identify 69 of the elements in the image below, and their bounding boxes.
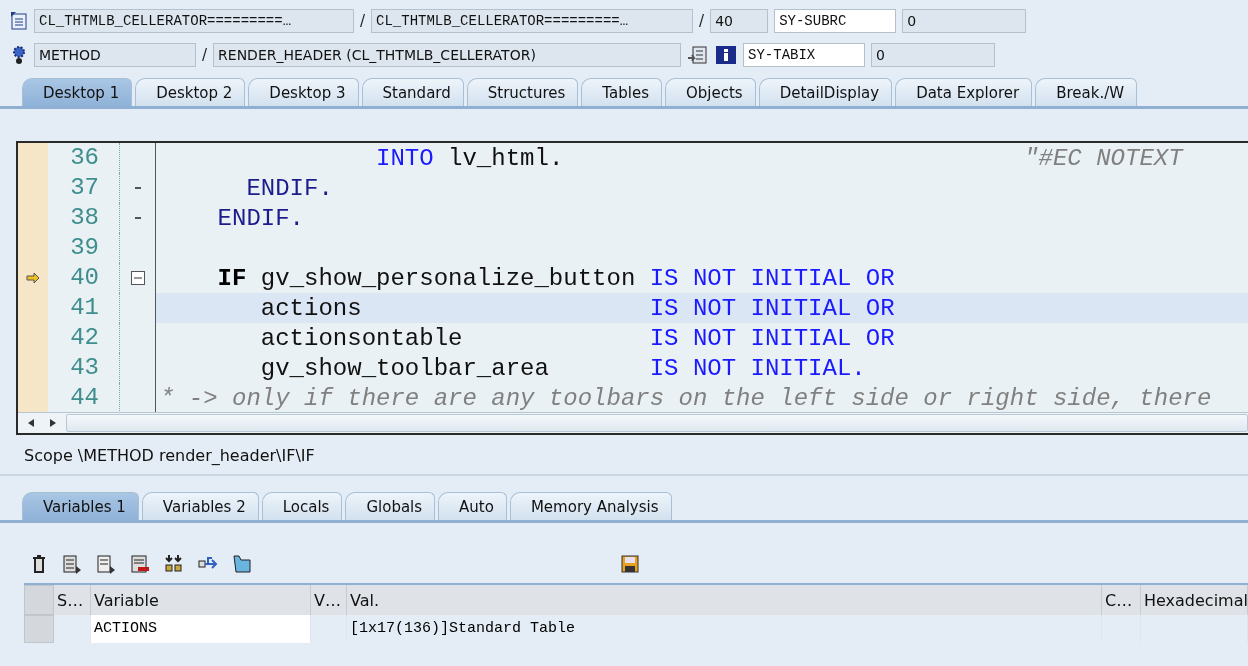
- system-field-value: 0: [902, 9, 1027, 33]
- tab[interactable]: Memory Analysis: [509, 492, 672, 520]
- tab[interactable]: Desktop 3: [248, 78, 359, 106]
- system-field-name[interactable]: SY-TABIX: [743, 43, 866, 67]
- collapse-icon[interactable]: [130, 271, 145, 285]
- line-number: 38: [48, 203, 120, 233]
- separator: /: [699, 12, 705, 30]
- include-field: CL_THTMLB_CELLERATOR=========…: [371, 9, 694, 33]
- fold-tick-icon: [134, 187, 141, 189]
- tab[interactable]: Data Explorer: [895, 78, 1033, 106]
- line-number: 41: [48, 293, 120, 323]
- line-number: 40: [48, 263, 120, 293]
- column-header[interactable]: Val.: [347, 585, 1102, 615]
- tab[interactable]: Structures: [466, 78, 579, 106]
- event-field: RENDER_HEADER (CL_THTMLB_CELLERATOR): [213, 43, 682, 67]
- info-icon[interactable]: [715, 45, 738, 65]
- code-line: INTO lv_html. "#EC NOTEXT: [375, 143, 1185, 173]
- triangle-left-icon: [28, 419, 34, 427]
- column-header[interactable]: V…: [311, 585, 347, 615]
- fold-tick-icon: [134, 217, 141, 219]
- list-arrow-icon[interactable]: [96, 554, 116, 574]
- split-arrows-icon[interactable]: [164, 554, 184, 574]
- code-line: * -> only if there are any toolbars on the left side or right side, there: [159, 383, 1213, 412]
- triangle-right-icon: [50, 419, 56, 427]
- line-field: 40: [710, 9, 769, 33]
- program-field: CL_THTMLB_CELLERATOR=========…: [34, 9, 354, 33]
- line-number: 42: [48, 323, 120, 353]
- code-line: ENDIF.: [245, 173, 334, 203]
- line-number: 37: [48, 173, 120, 203]
- document-arrow-icon[interactable]: [687, 45, 710, 65]
- trash-icon[interactable]: [30, 554, 48, 574]
- table-cell: ACTIONS: [91, 615, 311, 643]
- save-icon[interactable]: [620, 554, 640, 574]
- code-editor[interactable]: [16, 141, 1248, 435]
- folder-icon[interactable]: [232, 554, 252, 574]
- code-line: actionsontable IS NOT INITIAL OR: [259, 323, 896, 353]
- scope-label: Scope \METHOD render_header\IF\IF: [0, 435, 1248, 476]
- tab[interactable]: Auto: [438, 492, 507, 520]
- separator: /: [202, 46, 208, 64]
- column-header[interactable]: Variable: [91, 585, 311, 615]
- tab[interactable]: Objects: [664, 78, 756, 106]
- tab[interactable]: Locals: [261, 492, 343, 520]
- column-header[interactable]: Hexadecimal: [1141, 585, 1248, 615]
- tab[interactable]: Desktop 2: [135, 78, 246, 106]
- column-header[interactable]: C…: [1102, 585, 1141, 615]
- tab[interactable]: Tables: [581, 78, 662, 106]
- tab[interactable]: Variables 2: [141, 492, 259, 520]
- separator: /: [360, 12, 366, 30]
- tab[interactable]: Break./W: [1035, 78, 1138, 106]
- gear-icon: [10, 45, 28, 65]
- line-number: 39: [48, 233, 120, 263]
- tab[interactable]: Standard: [361, 78, 464, 106]
- tab[interactable]: Desktop 1: [22, 78, 133, 106]
- list-arrow-icon[interactable]: [62, 554, 82, 574]
- system-field-value: 0: [871, 43, 996, 67]
- column-header[interactable]: S…: [54, 585, 91, 615]
- list-minus-icon[interactable]: [130, 554, 150, 574]
- arrow-right-icon: [26, 272, 40, 284]
- tab[interactable]: DetailDisplay: [758, 78, 893, 106]
- tab[interactable]: Globals: [345, 492, 436, 520]
- event-type-field: METHOD: [34, 43, 196, 67]
- line-number: 36: [48, 143, 120, 173]
- line-number: 43: [48, 353, 120, 383]
- tab[interactable]: Variables 1: [22, 492, 139, 520]
- code-line: IF gv_show_personalize_button IS NOT INITIAL OR: [216, 263, 896, 293]
- code-line: ENDIF.: [216, 203, 306, 233]
- code-line: gv_show_toolbar_area IS NOT INITIAL.: [259, 353, 867, 383]
- source-code-icon: [10, 11, 28, 31]
- system-field-name[interactable]: SY-SUBRC: [774, 9, 897, 33]
